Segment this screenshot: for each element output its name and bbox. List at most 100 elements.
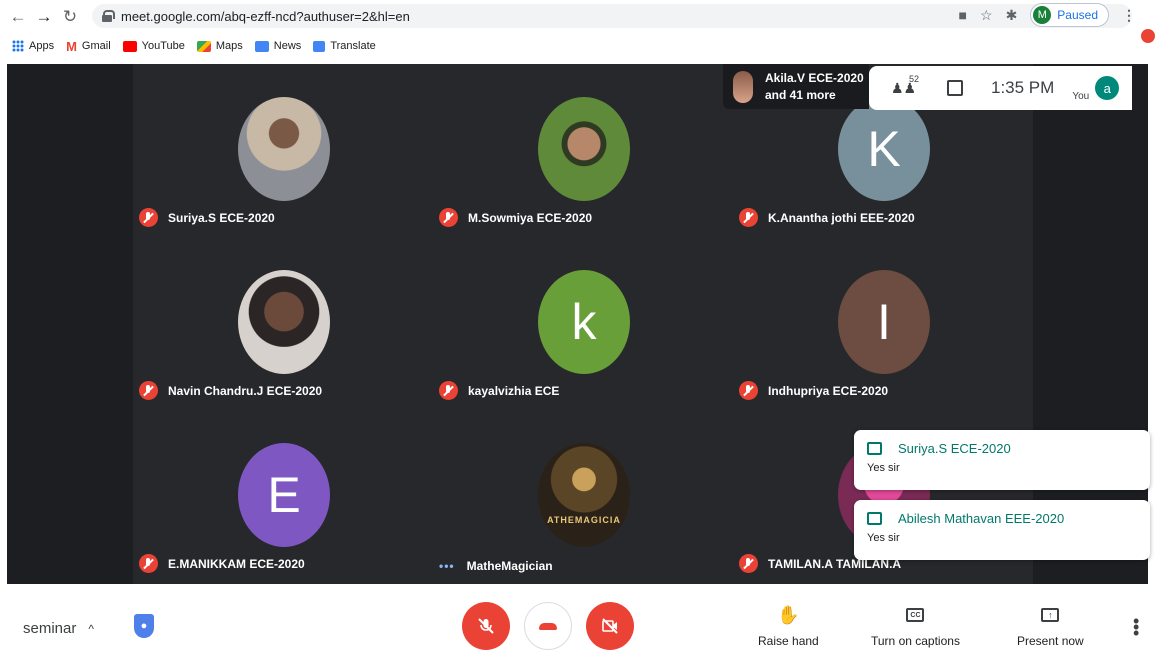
translate-icon xyxy=(313,40,326,52)
people-button[interactable]: ♟♟ 52 xyxy=(891,74,921,97)
stage-margin-left xyxy=(7,64,133,584)
bookmark-apps[interactable]: Apps xyxy=(12,40,54,52)
meeting-name: seminar xyxy=(23,620,77,637)
mic-off-icon xyxy=(739,381,758,400)
present-label: Present now xyxy=(1017,634,1084,648)
participant-tile[interactable]: k kayalvizhia ECE xyxy=(433,237,733,410)
bookmarks-bar: Apps M Gmail YouTube Maps News Translate xyxy=(0,33,1156,59)
speaker-more: and 41 more xyxy=(765,88,836,102)
self-avatar[interactable]: a xyxy=(1095,76,1120,100)
leave-call-button[interactable] xyxy=(524,602,572,650)
bookmark-label: Apps xyxy=(29,40,55,52)
news-icon xyxy=(254,40,269,52)
participant-avatar: k xyxy=(538,270,630,374)
microphone-toggle-button[interactable] xyxy=(462,602,510,650)
bookmark-gmail[interactable]: M Gmail xyxy=(66,39,111,54)
mic-off-icon xyxy=(139,208,158,227)
self-label: You xyxy=(1072,90,1090,102)
participant-name: M.Sowmiya ECE-2020 xyxy=(468,210,593,225)
meeting-details-button[interactable]: seminar ^ xyxy=(23,620,94,637)
present-now-button[interactable]: ↑ Present now xyxy=(1017,603,1084,648)
captions-label: Turn on captions xyxy=(871,634,960,648)
participant-avatar xyxy=(238,97,330,201)
participant-name: Suriya.S ECE-2020 xyxy=(168,210,275,225)
participant-avatar: K xyxy=(838,97,930,201)
participant-name: kayalvizhia ECE xyxy=(468,383,560,398)
bookmark-label: Maps xyxy=(215,40,243,52)
camera-toggle-button[interactable] xyxy=(586,602,634,650)
participant-avatar: I xyxy=(838,270,930,374)
participant-tile[interactable]: E E.MANIKKAM ECE-2020 xyxy=(133,410,433,583)
raise-hand-button[interactable]: ✋ Raise hand xyxy=(758,603,819,649)
mic-off-icon xyxy=(478,618,494,634)
bookmark-label: Gmail xyxy=(81,40,111,52)
hand-icon: ✋ xyxy=(777,604,800,625)
chat-icon[interactable] xyxy=(947,80,963,96)
participant-name: Indhupriya ECE-2020 xyxy=(768,383,889,398)
participant-tile[interactable]: Navin Chandru.J ECE-2020 xyxy=(133,237,433,410)
active-speaker-box[interactable]: Akila.V ECE-2020 and 41 more xyxy=(723,64,869,109)
bookmark-maps[interactable]: Maps xyxy=(196,40,243,52)
mic-off-icon xyxy=(739,208,758,227)
mic-off-icon xyxy=(439,208,458,227)
hang-up-icon xyxy=(539,622,557,630)
closed-captions-icon: CC xyxy=(906,608,925,622)
forward-icon[interactable]: → xyxy=(31,4,57,30)
mic-off-icon xyxy=(139,381,158,400)
participant-avatar: E xyxy=(238,443,330,547)
profile-button[interactable]: M Paused xyxy=(1030,3,1109,27)
bookmark-youtube[interactable]: YouTube xyxy=(122,40,185,52)
profile-status: Paused xyxy=(1057,8,1098,22)
participant-tile[interactable]: I Indhupriya ECE-2020 xyxy=(733,237,1033,410)
chat-message: Yes sir xyxy=(867,532,900,544)
chat-sender: Abilesh Mathavan EEE-2020 xyxy=(898,511,1065,526)
back-icon[interactable]: ← xyxy=(5,4,31,30)
speaker-thumbnail xyxy=(733,70,753,103)
meeting-controls-bar: seminar ^ ● ✋ Raise hand CC Turn on capt… xyxy=(0,585,1156,667)
chevron-up-icon: ^ xyxy=(88,621,94,636)
mic-off-icon xyxy=(439,381,458,400)
youtube-icon xyxy=(122,40,137,52)
bookmark-news[interactable]: News xyxy=(254,40,301,52)
camera-icon[interactable]: ■ xyxy=(959,7,967,23)
host-controls-shield-icon[interactable]: ● xyxy=(134,614,154,638)
participant-name: MatheMagician xyxy=(466,559,553,573)
participant-tile[interactable]: Suriya.S ECE-2020 xyxy=(133,64,433,237)
bookmark-label: Translate xyxy=(330,40,376,52)
reload-icon[interactable]: ↻ xyxy=(57,4,83,30)
chat-sender: Suriya.S ECE-2020 xyxy=(898,441,1011,456)
participant-tile[interactable]: ATHEMAGICIA ••• MatheMagician xyxy=(433,410,733,583)
lock-icon xyxy=(102,10,115,22)
bookmark-label: YouTube xyxy=(141,40,185,52)
apps-grid-icon xyxy=(12,40,24,52)
participant-count: 52 xyxy=(909,73,920,84)
participant-avatar: ATHEMAGICIA xyxy=(538,443,630,547)
captions-button[interactable]: CC Turn on captions xyxy=(871,603,960,648)
participant-tile[interactable]: M.Sowmiya ECE-2020 xyxy=(433,64,733,237)
chat-toast[interactable]: Suriya.S ECE-2020 Yes sir xyxy=(854,430,1150,490)
present-screen-icon: ↑ xyxy=(1041,608,1060,622)
maps-icon xyxy=(196,40,211,52)
raise-hand-label: Raise hand xyxy=(758,634,819,648)
participant-name: K.Anantha jothi EEE-2020 xyxy=(768,210,915,225)
chat-message-icon xyxy=(867,442,882,455)
star-icon[interactable]: ☆ xyxy=(980,7,993,24)
meeting-time: 1:35 PM xyxy=(991,78,1055,97)
participant-name: E.MANIKKAM ECE-2020 xyxy=(168,556,305,571)
extensions-icon[interactable]: ✱ xyxy=(1006,7,1018,24)
url-text: meet.google.com/abq-ezff-ncd?authuser=2&… xyxy=(121,8,410,24)
menu-icon[interactable]: ⋮ xyxy=(1122,7,1136,24)
mic-off-icon xyxy=(739,554,758,573)
more-options-icon[interactable]: • • • xyxy=(1133,612,1139,642)
profile-avatar: M xyxy=(1033,6,1052,24)
meeting-stage: Suriya.S ECE-2020 M.Sowmiya ECE-2020 K K… xyxy=(7,64,1150,584)
camera-off-icon xyxy=(602,618,618,634)
chat-toast[interactable]: Abilesh Mathavan EEE-2020 Yes sir xyxy=(854,500,1150,560)
chat-message: Yes sir xyxy=(867,462,900,474)
mic-off-icon xyxy=(139,554,158,573)
recording-icon xyxy=(1141,29,1155,43)
chat-message-icon xyxy=(867,512,882,525)
gmail-icon: M xyxy=(66,38,77,54)
bookmark-translate[interactable]: Translate xyxy=(313,40,376,52)
participant-avatar xyxy=(538,97,630,201)
